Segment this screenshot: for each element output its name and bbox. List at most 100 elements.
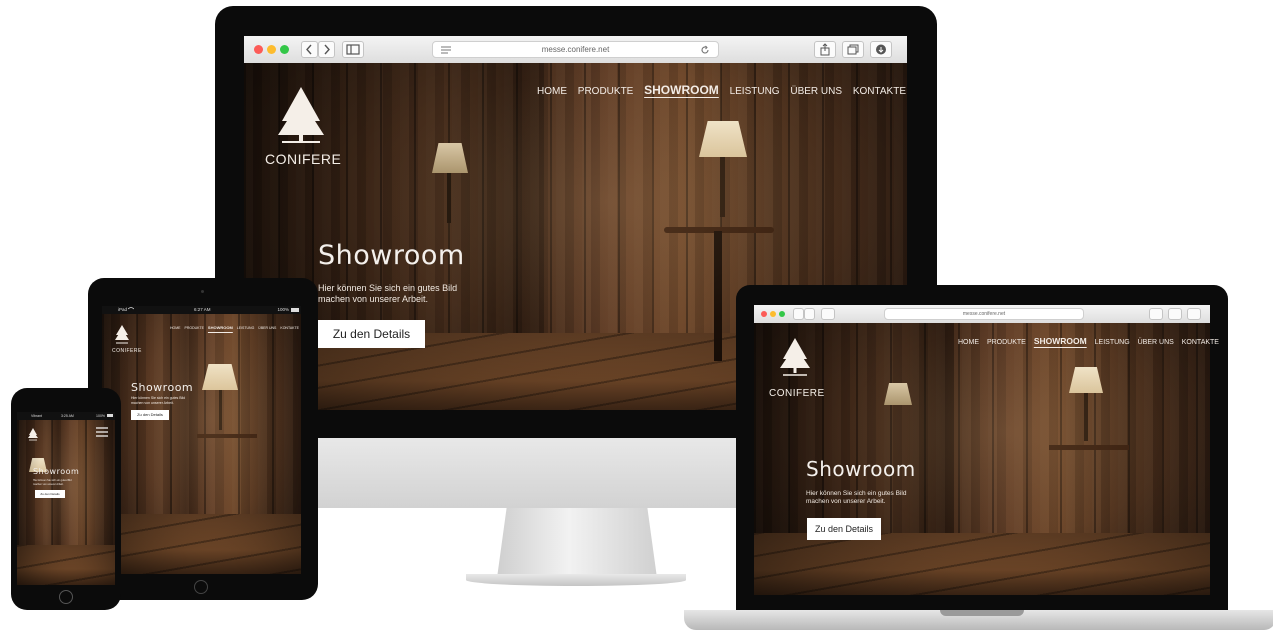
mb-nav-ueber-uns[interactable]: ÜBER UNS bbox=[1138, 339, 1174, 346]
mb-forward-button[interactable] bbox=[804, 308, 815, 320]
hero-subtitle-line2: machen von unserer Arbeit. bbox=[318, 294, 429, 304]
mb-nav-showroom[interactable]: SHOWROOM bbox=[1034, 336, 1087, 346]
status-battery: 100% bbox=[277, 307, 289, 312]
mb-main-nav: HOME PRODUKTE SHOWROOM LEISTUNG ÜBER UNS… bbox=[958, 336, 1219, 346]
mb-minimize-window-button[interactable] bbox=[770, 311, 776, 317]
battery-icon bbox=[291, 308, 299, 312]
ipad-hero-subtitle-line2: machen von unserer Arbeit. bbox=[131, 400, 174, 405]
pine-cone-logo-icon bbox=[115, 325, 129, 344]
ipad-nav-kontakte[interactable]: KONTAKTE bbox=[280, 326, 299, 330]
share-button[interactable] bbox=[814, 41, 836, 58]
mb-cta-button[interactable]: Zu den Details bbox=[807, 518, 881, 540]
pine-cone-logo-icon bbox=[28, 428, 38, 441]
ipad-nav-home[interactable]: HOME bbox=[170, 326, 181, 330]
back-icon bbox=[306, 44, 312, 55]
macbook-browser-toolbar: messe.conifere.net bbox=[754, 305, 1210, 324]
cta-button[interactable]: Zu den Details bbox=[318, 320, 425, 348]
home-button-icon[interactable] bbox=[194, 580, 208, 594]
iphone-hero-subtitle: Hier können Sie sich ein gutes Bild mach… bbox=[33, 479, 72, 486]
ipad-hero-subtitle: Hier können Sie sich ein gutes Bild mach… bbox=[131, 396, 185, 405]
pine-cone-logo[interactable]: CONIFERE bbox=[265, 85, 341, 170]
battery-icon bbox=[107, 414, 113, 417]
mb-hero-subtitle-line1: Hier können Sie sich ein gutes Bild bbox=[806, 490, 907, 497]
mb-logo-text: CONIFERE bbox=[769, 388, 825, 399]
mb-address-bar[interactable]: messe.conifere.net bbox=[884, 308, 1084, 320]
wifi-icon bbox=[128, 307, 134, 310]
phone-status-carrier: Vibrant bbox=[31, 414, 43, 418]
imac-stand-foot bbox=[466, 574, 686, 586]
ipad-hero-subtitle-line1: Hier können Sie sich ein gutes Bild bbox=[131, 396, 186, 400]
share-icon bbox=[820, 43, 830, 56]
forward-icon bbox=[324, 44, 330, 55]
ipad-main-nav: HOME PRODUKTE SHOWROOM LEISTUNG ÜBER UNS… bbox=[170, 325, 299, 330]
downloads-button[interactable] bbox=[870, 41, 892, 58]
ipad-status-bar: iPad 6:27 AM 100% bbox=[102, 306, 301, 314]
reload-icon[interactable] bbox=[700, 45, 710, 55]
mb-zoom-window-button[interactable] bbox=[779, 311, 785, 317]
reader-icon[interactable] bbox=[440, 45, 452, 55]
macbook-notch bbox=[940, 610, 1024, 616]
mb-address-bar-url: messe.conifere.net bbox=[962, 311, 1006, 317]
nav-showroom[interactable]: SHOWROOM bbox=[644, 83, 719, 97]
phone-status-battery: 100% bbox=[96, 414, 105, 418]
sidebar-button[interactable] bbox=[342, 41, 364, 58]
iphone-cta-button[interactable]: Zu den Details bbox=[35, 490, 65, 498]
ipad-nav-showroom[interactable]: SHOWROOM bbox=[208, 325, 233, 330]
ipad-nav-produkte[interactable]: PRODUKTE bbox=[184, 326, 203, 330]
mb-hero-subtitle-line2: machen von unserer Arbeit. bbox=[806, 498, 886, 505]
hero-title: Showroom bbox=[318, 240, 465, 271]
pine-cone-logo-icon bbox=[278, 87, 324, 143]
mb-close-window-button[interactable] bbox=[761, 311, 767, 317]
status-left: iPad bbox=[118, 307, 128, 312]
mb-tabs-button[interactable] bbox=[1168, 308, 1182, 320]
close-window-button[interactable] bbox=[254, 45, 263, 54]
nav-home[interactable]: HOME bbox=[537, 86, 567, 97]
ipad-logo-text: CONIFERE bbox=[112, 348, 142, 354]
imac-browser-toolbar: messe.conifere.net bbox=[244, 36, 907, 64]
iphone-status-bar: Vibrant 3:25 AM 100% bbox=[17, 412, 115, 420]
tabs-button[interactable] bbox=[842, 41, 864, 58]
mb-hero-title: Showroom bbox=[806, 457, 916, 481]
mb-hero-subtitle: Hier können Sie sich ein gutes Bild mach… bbox=[806, 490, 906, 506]
iphone-hero-subtitle-line2: machen von unserer Arbeit. bbox=[33, 482, 64, 486]
iphone-hero-subtitle-line1: Hier können Sie sich ein gutes Bild bbox=[33, 479, 72, 482]
back-button[interactable] bbox=[301, 41, 318, 58]
address-bar-url: messe.conifere.net bbox=[541, 45, 610, 54]
imac-main-nav: HOME PRODUKTE SHOWROOM LEISTUNG ÜBER UNS… bbox=[537, 83, 906, 97]
mb-sidebar-button[interactable] bbox=[821, 308, 835, 320]
logo-text: CONIFERE bbox=[265, 151, 342, 167]
ipad-nav-ueber-uns[interactable]: ÜBER UNS bbox=[258, 326, 276, 330]
forward-button[interactable] bbox=[318, 41, 335, 58]
mb-nav-kontakte[interactable]: KONTAKTE bbox=[1182, 339, 1219, 346]
minimize-window-button[interactable] bbox=[267, 45, 276, 54]
nav-ueber-uns[interactable]: ÜBER UNS bbox=[790, 86, 842, 97]
phone-status-time: 3:25 AM bbox=[61, 414, 74, 418]
mb-back-button[interactable] bbox=[793, 308, 804, 320]
hero-subtitle-line1: Hier können Sie sich ein gutes Bild bbox=[318, 283, 458, 293]
hamburger-menu-icon[interactable] bbox=[96, 427, 108, 437]
nav-produkte[interactable]: PRODUKTE bbox=[578, 86, 634, 97]
pine-cone-logo-icon bbox=[780, 338, 810, 376]
ipad-nav-leistung[interactable]: LEISTUNG bbox=[237, 326, 255, 330]
status-time: 6:27 AM bbox=[194, 307, 211, 312]
sidebar-icon bbox=[346, 44, 360, 55]
hero-subtitle: Hier können Sie sich ein gutes Bild mach… bbox=[318, 283, 457, 305]
ipad-cta-button[interactable]: Zu den Details bbox=[131, 410, 169, 420]
home-button-icon[interactable] bbox=[59, 590, 73, 604]
camera-icon bbox=[201, 290, 204, 293]
download-icon bbox=[876, 44, 886, 55]
mb-nav-produkte[interactable]: PRODUKTE bbox=[987, 339, 1026, 346]
nav-leistung[interactable]: LEISTUNG bbox=[730, 86, 780, 97]
imac-stand bbox=[497, 508, 657, 578]
mb-share-button[interactable] bbox=[1149, 308, 1163, 320]
mb-downloads-button[interactable] bbox=[1187, 308, 1201, 320]
nav-kontakte[interactable]: KONTAKTE bbox=[853, 86, 906, 97]
mb-nav-home[interactable]: HOME bbox=[958, 339, 979, 346]
zoom-window-button[interactable] bbox=[280, 45, 289, 54]
tabs-icon bbox=[847, 44, 859, 55]
mb-nav-leistung[interactable]: LEISTUNG bbox=[1095, 339, 1130, 346]
address-bar[interactable]: messe.conifere.net bbox=[432, 41, 719, 58]
iphone-hero-background bbox=[17, 420, 115, 585]
iphone-hero-title: Showroom bbox=[33, 467, 80, 476]
ipad-hero-title: Showroom bbox=[131, 381, 194, 394]
